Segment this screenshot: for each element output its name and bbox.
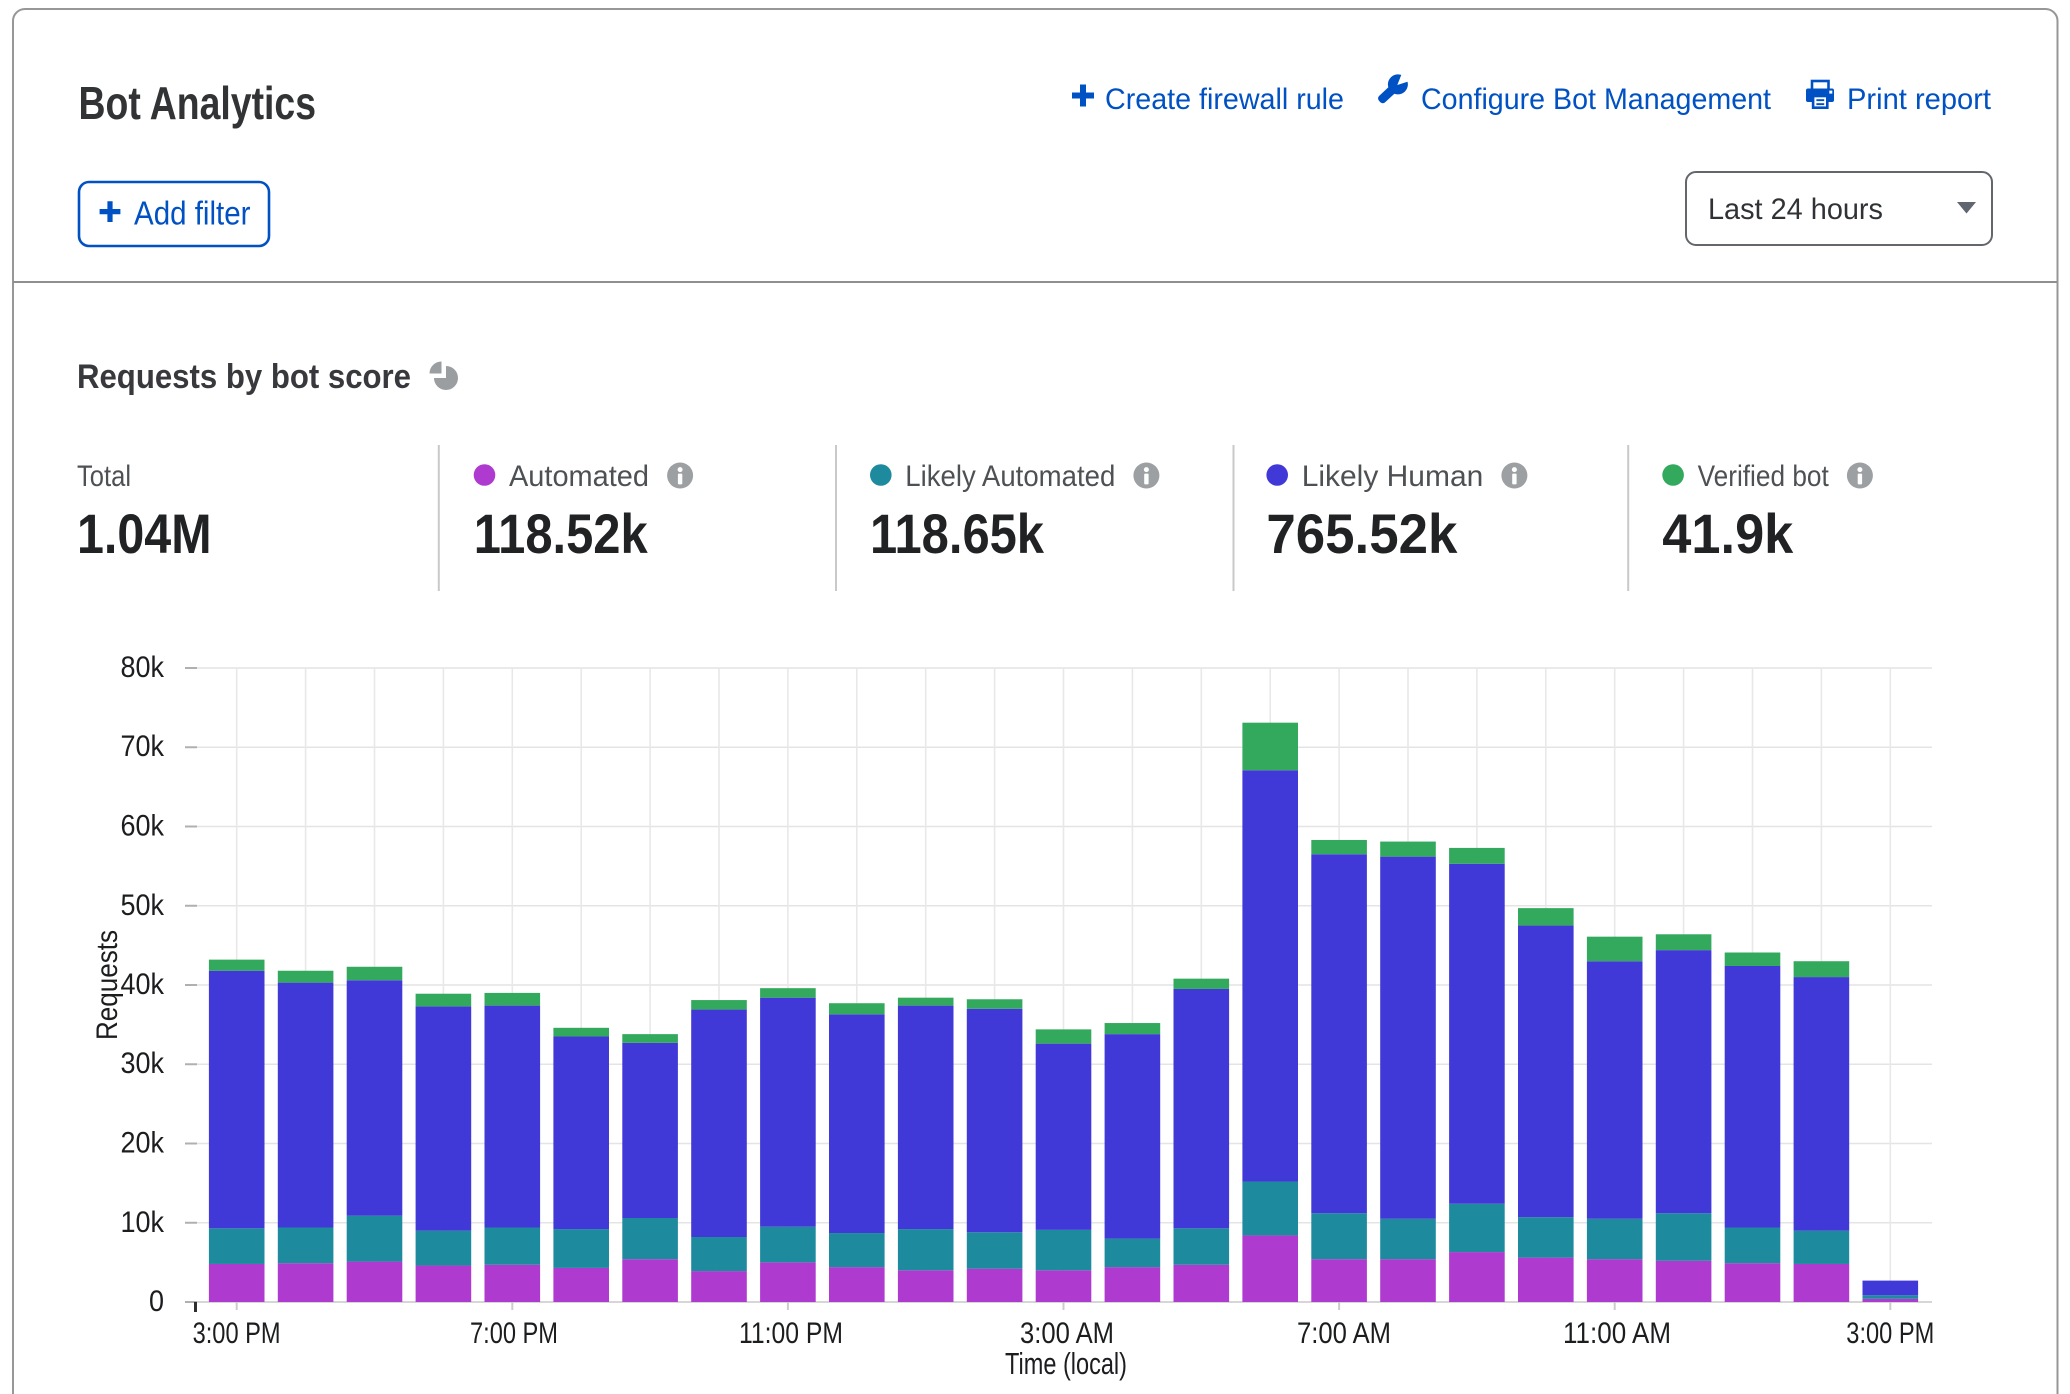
svg-text:11:00 PM: 11:00 PM — [739, 1317, 843, 1350]
svg-text:11:00 AM: 11:00 AM — [1563, 1317, 1671, 1350]
svg-text:Time (local): Time (local) — [1005, 1346, 1127, 1381]
svg-text:Requests: Requests — [91, 930, 124, 1040]
svg-text:765.52k: 765.52k — [1266, 502, 1458, 565]
svg-text:Create firewall rule: Create firewall rule — [1105, 83, 1344, 116]
svg-text:50k: 50k — [121, 889, 165, 922]
svg-text:10k: 10k — [121, 1206, 165, 1239]
svg-text:Verified bot: Verified bot — [1698, 460, 1830, 493]
svg-text:Print report: Print report — [1847, 83, 1992, 116]
svg-text:Last 24 hours: Last 24 hours — [1708, 193, 1883, 226]
svg-text:40k: 40k — [121, 968, 165, 1001]
svg-text:Likely Human: Likely Human — [1302, 460, 1484, 493]
svg-text:70k: 70k — [121, 730, 165, 763]
svg-text:Requests by bot score: Requests by bot score — [77, 358, 411, 396]
svg-text:30k: 30k — [121, 1047, 165, 1080]
svg-text:Automated: Automated — [509, 460, 649, 493]
svg-text:Bot Analytics: Bot Analytics — [79, 77, 317, 129]
svg-text:Likely Automated: Likely Automated — [905, 460, 1115, 493]
svg-text:3:00 PM: 3:00 PM — [193, 1317, 281, 1350]
svg-text:7:00 AM: 7:00 AM — [1297, 1317, 1391, 1350]
svg-text:60k: 60k — [121, 810, 165, 843]
svg-text:20k: 20k — [121, 1127, 165, 1160]
svg-text:1.04M: 1.04M — [77, 502, 212, 565]
svg-text:118.52k: 118.52k — [474, 502, 649, 565]
svg-text:80k: 80k — [121, 651, 165, 684]
svg-text:3:00 PM: 3:00 PM — [1846, 1317, 1934, 1350]
svg-text:7:00 PM: 7:00 PM — [470, 1317, 558, 1350]
svg-text:Total: Total — [77, 460, 131, 493]
svg-text:118.65k: 118.65k — [870, 502, 1045, 565]
svg-text:0: 0 — [149, 1285, 164, 1318]
svg-text:Add filter: Add filter — [134, 195, 251, 232]
svg-text:41.9k: 41.9k — [1662, 502, 1794, 565]
svg-text:Configure Bot Management: Configure Bot Management — [1421, 83, 1772, 116]
